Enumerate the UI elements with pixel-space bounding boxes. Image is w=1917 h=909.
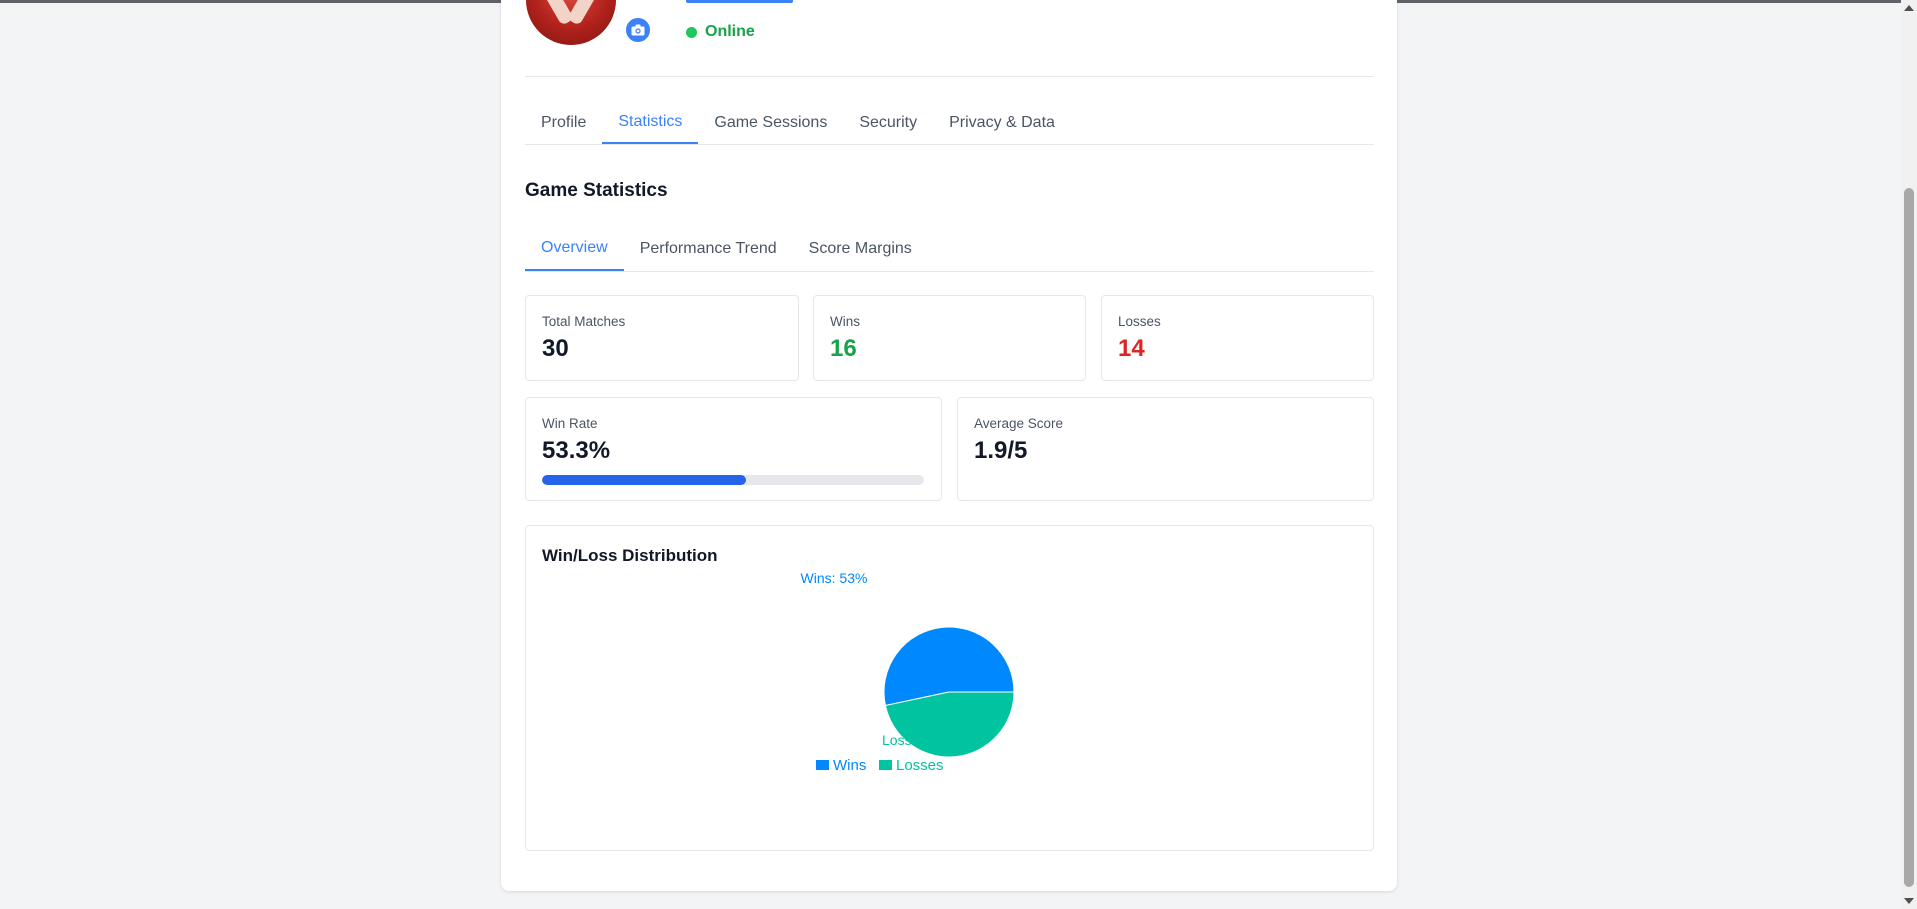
win-loss-pie-chart: Wins: 53% Losses: 47% Wins Losses [801,570,1015,774]
stat-total-matches: Total Matches 30 [525,295,799,381]
stat-value: 1.9/5 [974,437,1028,464]
profile-card: Online Profile Statistics Game Sessions … [501,0,1397,891]
online-status: Online [686,23,755,41]
win-loss-chart-card: Win/Loss Distribution Wins: 53% Losses: 4… [525,525,1374,851]
scrollbar-thumb[interactable] [1904,188,1914,887]
scroll-up-icon[interactable] [1904,5,1914,11]
stat-average-score: Average Score 1.9/5 [957,397,1374,501]
stat-value: 53.3% [542,437,611,464]
stat-label: Average Score [974,416,1064,431]
profile-tabs: Profile Statistics Game Sessions Securit… [525,101,1374,145]
camera-icon [631,24,645,36]
stat-value: 30 [542,335,569,362]
stat-label: Losses [1118,314,1161,329]
change-avatar-button[interactable] [624,16,652,44]
legend-swatch-wins [816,760,829,770]
stat-value: 16 [830,335,857,362]
stat-win-rate: Win Rate 53.3% [525,397,942,501]
section-title: Game Statistics [525,180,668,201]
tab-statistics[interactable]: Statistics [602,101,699,144]
stat-value: 14 [1118,335,1145,362]
stat-losses: Losses 14 [1101,295,1374,381]
pie-label-wins: Wins: 53% [801,570,868,586]
stat-label: Total Matches [542,314,626,329]
legend-label-losses[interactable]: Losses [896,757,944,774]
win-rate-progress-fill [542,475,746,485]
statistics-subtabs: Overview Performance Trend Score Margins [525,226,1374,272]
subtab-performance-trend[interactable]: Performance Trend [624,226,793,271]
pie-label-losses: Losses: 47% [882,732,962,748]
avatar-image [526,0,616,45]
subtab-overview[interactable]: Overview [525,226,624,271]
avatar [526,0,616,45]
page-scrollbar[interactable] [1901,0,1917,909]
legend-swatch-losses [879,760,892,770]
online-dot-icon [686,26,697,38]
stat-label: Win Rate [542,416,598,431]
tab-profile[interactable]: Profile [525,101,602,144]
legend-label-wins[interactable]: Wins [833,757,866,774]
online-status-label: Online [705,23,755,40]
subtab-score-margins[interactable]: Score Margins [793,226,928,271]
username-edit-underline[interactable] [686,0,793,3]
stat-label: Wins [830,314,860,329]
tab-game-sessions[interactable]: Game Sessions [698,101,843,144]
tab-privacy-data[interactable]: Privacy & Data [933,101,1071,144]
win-rate-progress [542,475,924,485]
header-divider [525,76,1374,77]
tab-security[interactable]: Security [843,101,933,144]
stat-wins: Wins 16 [813,295,1086,381]
scroll-down-icon[interactable] [1904,898,1914,904]
